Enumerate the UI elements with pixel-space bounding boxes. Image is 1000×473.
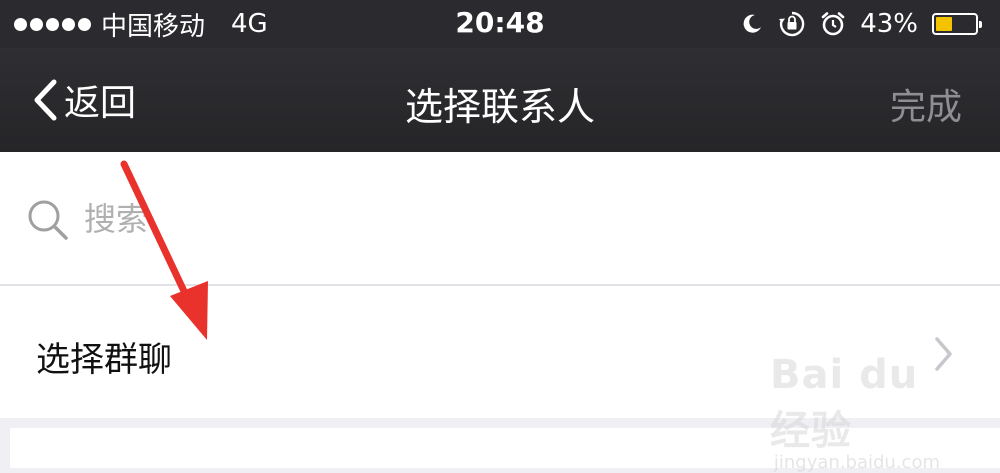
battery-icon: [932, 13, 982, 35]
select-group-chat-label: 选择群聊: [36, 340, 172, 380]
rotation-lock-icon: [779, 11, 805, 37]
battery-level: [936, 17, 952, 31]
search-bar: [0, 152, 1000, 284]
navigation-bar: 返回 选择联系人 完成: [0, 48, 1000, 152]
baidu-jingyan-watermark: Bai du 经验 jingyan.baidu.com: [770, 352, 970, 473]
watermark-url: jingyan.baidu.com: [773, 452, 940, 473]
done-button[interactable]: 完成: [890, 78, 962, 130]
watermark-logo: Bai du 经验: [770, 352, 919, 454]
battery-percent: 43%: [860, 9, 918, 39]
status-right: 43%: [740, 8, 982, 40]
alarm-icon: [821, 12, 845, 36]
moon-icon: [743, 14, 762, 33]
search-icon: [28, 200, 68, 240]
page-title: 选择联系人: [404, 85, 595, 129]
status-bar: 中国移动 4G 20:48 43%: [0, 0, 1000, 48]
search-input[interactable]: [82, 192, 906, 246]
